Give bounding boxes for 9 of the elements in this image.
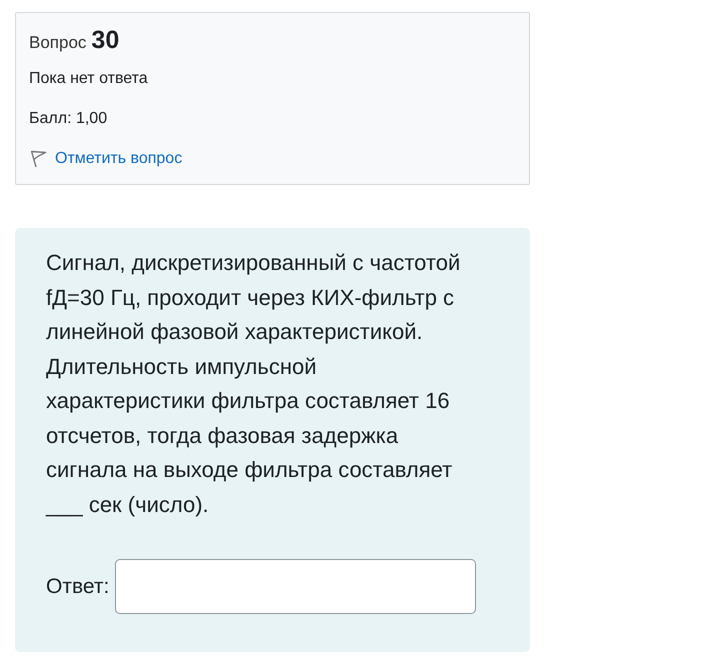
- question-text: Сигнал, дискретизированный с частотой fД=30 Гц, проходит через КИХ-фильтр с линейной фазовой характеристикой. Длительность импульсной характеристики фильтра составляет 16 отсчетов, тогда фазовая задержка сигнала на выходе фильтра составляет ___ сек (число).: [46, 249, 462, 518]
- question-number: 30: [91, 25, 120, 56]
- flag-icon[interactable]: [30, 150, 47, 168]
- grade-text: Балл: 1,00: [29, 109, 108, 129]
- question-label: Вопрос: [29, 32, 86, 54]
- flag-question-link[interactable]: Отметить вопрос: [55, 147, 182, 171]
- answer-status: Пока нет ответа: [29, 69, 149, 89]
- answer-field[interactable]: [115, 559, 476, 614]
- answer-label: Ответ:: [46, 574, 110, 600]
